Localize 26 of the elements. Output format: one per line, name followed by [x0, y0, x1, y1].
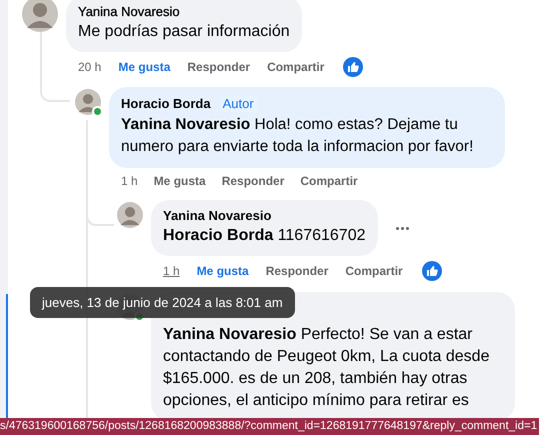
- action-link[interactable]: Compartir: [267, 60, 324, 74]
- action-link[interactable]: Responder: [187, 60, 250, 74]
- author-name[interactable]: Yanina Novaresio: [78, 4, 180, 19]
- status-bar-url: s/476319600168756/posts/1268168200983888/?comment_id=1268191777648197&reply_comment_id=1: [0, 418, 540, 435]
- action-link[interactable]: Responder: [222, 174, 284, 188]
- comment-text: Me podrías pasar información: [78, 22, 290, 42]
- author-name[interactable]: Yanina Novaresio: [163, 208, 272, 223]
- action-link[interactable]: Compartir: [345, 264, 403, 278]
- avatar[interactable]: [22, 0, 58, 32]
- thumbs-up-icon[interactable]: [343, 57, 364, 77]
- comment-text: Horacio Borda 1167616702: [163, 226, 366, 246]
- tooltip: jueves, 13 de junio de 2024 a las 8:01 am: [30, 287, 295, 318]
- action-link[interactable]: Me gusta: [154, 174, 206, 188]
- comment-text: Yanina Novaresio Hola! como estas? Dejame tu numero para enviarte toda la informacion por favor!: [121, 115, 474, 157]
- action-link[interactable]: Me gusta: [196, 264, 249, 278]
- avatar[interactable]: [75, 89, 101, 115]
- action-link[interactable]: Compartir: [300, 174, 358, 188]
- avatar[interactable]: [117, 202, 143, 228]
- timestamp-link[interactable]: 1 h: [121, 174, 138, 188]
- timestamp-link[interactable]: 20 h: [78, 60, 102, 74]
- action-link[interactable]: Me gusta: [118, 60, 170, 74]
- action-link[interactable]: Responder: [266, 264, 328, 278]
- author-name[interactable]: Horacio Borda: [121, 96, 211, 111]
- timestamp-link[interactable]: 1 h: [163, 264, 180, 278]
- comment-text: Yanina Novaresio Perfecto! Se van a estar contactando de Peugeot 0km, La cuota desde $165.000. es de un 208, también hay otras opciones, el anticipo mínimo para retirar es: [163, 325, 490, 411]
- thumbs-up-icon[interactable]: [422, 261, 442, 281]
